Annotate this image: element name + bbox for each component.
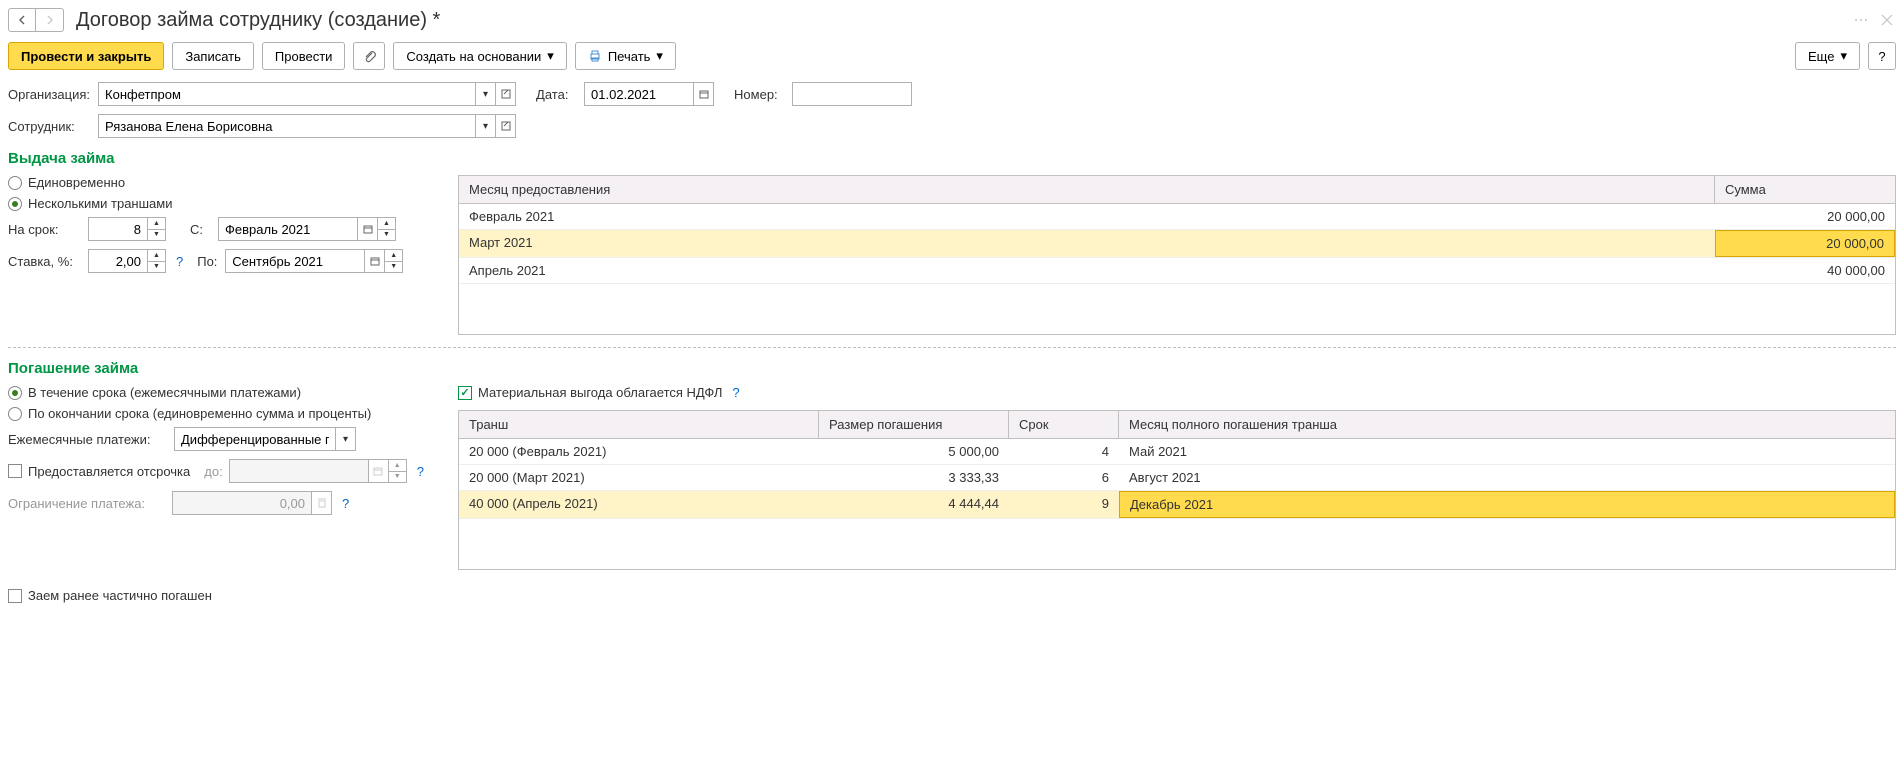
issue-table: Месяц предоставления Сумма Февраль 20212… xyxy=(458,175,1896,335)
option-end[interactable]: По окончании срока (единовременно сумма … xyxy=(8,406,458,421)
defer-calendar xyxy=(369,459,389,483)
help-button[interactable]: ? xyxy=(1868,42,1896,70)
more-button[interactable]: Еще ▾ xyxy=(1795,42,1860,70)
checkbox-icon xyxy=(8,589,22,603)
table-row[interactable]: 20 000 (Март 2021)3 333,336Август 2021 xyxy=(459,465,1895,491)
defer-spinner: ▲▼ xyxy=(389,459,407,483)
option-tranches[interactable]: Несколькими траншами xyxy=(8,196,458,211)
org-open-button[interactable] xyxy=(496,82,516,106)
radio-icon xyxy=(8,386,22,400)
col-repay-month: Месяц полного погашения транша xyxy=(1119,411,1895,438)
page-title: Договор займа сотруднику (создание) * xyxy=(76,9,1852,32)
table-row[interactable]: Февраль 202120 000,00 xyxy=(459,204,1895,230)
checkbox-icon xyxy=(8,464,22,478)
monthly-dropdown[interactable]: ▾ xyxy=(336,427,356,451)
to-calendar[interactable] xyxy=(365,249,385,273)
from-input[interactable] xyxy=(218,217,358,241)
col-size: Размер погашения xyxy=(819,411,1009,438)
radio-icon xyxy=(8,176,22,190)
col-amount: Сумма xyxy=(1715,176,1895,203)
create-based-button[interactable]: Создать на основании ▾ xyxy=(393,42,566,70)
term-spinner[interactable]: ▲▼ xyxy=(148,217,166,241)
date-label: Дата: xyxy=(536,87,576,102)
table-row[interactable]: Апрель 202140 000,00 xyxy=(459,258,1895,284)
col-tranche: Транш xyxy=(459,411,819,438)
defer-checkbox-row[interactable]: Предоставляется отсрочка xyxy=(8,464,190,479)
partially-repaid-row[interactable]: Заем ранее частично погашен xyxy=(8,588,1896,603)
print-button[interactable]: Печать ▾ xyxy=(575,42,676,70)
table-row[interactable]: Март 202120 000,00 xyxy=(459,230,1895,258)
close-icon[interactable] xyxy=(1878,11,1896,29)
forward-button[interactable] xyxy=(36,8,64,32)
save-button[interactable]: Записать xyxy=(172,42,254,70)
rate-spinner[interactable]: ▲▼ xyxy=(148,249,166,273)
checkbox-icon xyxy=(458,386,472,400)
chevron-down-icon: ▾ xyxy=(547,48,554,64)
from-label: С: xyxy=(190,222,212,237)
loan-issue-title: Выдача займа xyxy=(8,150,1896,167)
attach-button[interactable] xyxy=(353,42,385,70)
defer-input xyxy=(229,459,369,483)
number-label: Номер: xyxy=(734,87,784,102)
col-term: Срок xyxy=(1009,411,1119,438)
org-label: Организация: xyxy=(8,87,90,102)
radio-icon xyxy=(8,197,22,211)
employee-open-button[interactable] xyxy=(496,114,516,138)
repay-table: Транш Размер погашения Срок Месяц полног… xyxy=(458,410,1896,570)
option-during[interactable]: В течение срока (ежемесячными платежами) xyxy=(8,385,458,400)
org-dropdown-button[interactable]: ▾ xyxy=(476,82,496,106)
col-month: Месяц предоставления xyxy=(459,176,1715,203)
employee-input[interactable] xyxy=(98,114,476,138)
to-input[interactable] xyxy=(225,249,365,273)
defer-help[interactable]: ? xyxy=(417,464,424,479)
loan-repay-title: Погашение займа xyxy=(8,360,1896,377)
defer-to-label: до: xyxy=(204,464,222,479)
post-button[interactable]: Провести xyxy=(262,42,346,70)
radio-icon xyxy=(8,407,22,421)
from-calendar[interactable] xyxy=(358,217,378,241)
limit-input xyxy=(172,491,312,515)
monthly-label: Ежемесячные платежи: xyxy=(8,432,168,447)
post-close-button[interactable]: Провести и закрыть xyxy=(8,42,164,70)
limit-help[interactable]: ? xyxy=(342,496,349,511)
option-once[interactable]: Единовременно xyxy=(8,175,458,190)
back-button[interactable] xyxy=(8,8,36,32)
table-row[interactable]: 40 000 (Апрель 2021)4 444,449Декабрь 202… xyxy=(459,491,1895,519)
table-row[interactable]: 20 000 (Февраль 2021)5 000,004Май 2021 xyxy=(459,439,1895,465)
limit-label: Ограничение платежа: xyxy=(8,496,166,511)
term-input[interactable] xyxy=(88,217,148,241)
rate-help[interactable]: ? xyxy=(176,254,183,269)
rate-label: Ставка, %: xyxy=(8,254,82,269)
number-input[interactable] xyxy=(792,82,912,106)
from-spinner[interactable]: ▲▼ xyxy=(378,217,396,241)
monthly-input[interactable] xyxy=(174,427,336,451)
menu-icon[interactable] xyxy=(1852,11,1870,29)
benefit-checkbox-row[interactable]: Материальная выгода облагается НДФЛ ? xyxy=(458,385,1896,400)
org-input[interactable] xyxy=(98,82,476,106)
date-input[interactable] xyxy=(584,82,694,106)
divider xyxy=(8,347,1896,348)
term-label: На срок: xyxy=(8,222,82,237)
benefit-help[interactable]: ? xyxy=(732,385,739,400)
to-label: По: xyxy=(197,254,219,269)
calendar-button[interactable] xyxy=(694,82,714,106)
limit-calc xyxy=(312,491,332,515)
to-spinner[interactable]: ▲▼ xyxy=(385,249,403,273)
employee-label: Сотрудник: xyxy=(8,119,90,134)
rate-input[interactable] xyxy=(88,249,148,273)
employee-dropdown-button[interactable]: ▾ xyxy=(476,114,496,138)
